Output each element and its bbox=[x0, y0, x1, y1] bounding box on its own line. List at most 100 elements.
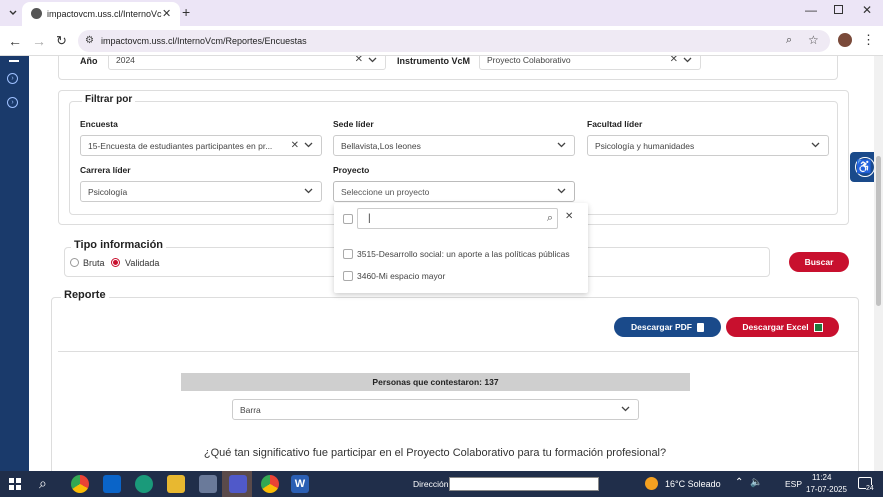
chevron-down-icon bbox=[811, 142, 820, 148]
select-all-checkbox[interactable] bbox=[343, 214, 353, 224]
direccion-input[interactable] bbox=[449, 477, 599, 491]
site-info-icon[interactable]: ⚙ bbox=[85, 35, 94, 46]
chevron-down-icon bbox=[557, 188, 566, 194]
personas-bar: Personas que contestaron: 137 bbox=[181, 373, 690, 391]
carrera-value: Psicología bbox=[88, 186, 128, 197]
speaker-icon[interactable]: 🔈 bbox=[750, 477, 762, 488]
anio-select[interactable]: 2024 ✕ bbox=[108, 56, 386, 70]
tab-close-icon[interactable]: ✕ bbox=[162, 7, 171, 20]
scrollbar-thumb[interactable] bbox=[876, 156, 881, 306]
page-scrollbar[interactable] bbox=[874, 56, 883, 471]
outlook-icon[interactable] bbox=[103, 475, 121, 493]
dropdown-option-1[interactable]: 3515-Desarrollo social: un aporte a las … bbox=[334, 246, 588, 262]
forward-icon[interactable]: → bbox=[32, 33, 46, 49]
app-icon[interactable] bbox=[199, 475, 217, 493]
chevron-down-icon bbox=[557, 142, 566, 148]
validada-radio[interactable] bbox=[111, 258, 120, 267]
restore-icon[interactable] bbox=[834, 5, 843, 14]
carrera-select[interactable]: Psicología bbox=[80, 181, 322, 202]
option-label: 3460-Mi espacio mayor bbox=[357, 271, 446, 281]
sede-value: Bellavista,Los leones bbox=[341, 140, 421, 151]
excel-icon bbox=[813, 322, 823, 332]
search-caret: | bbox=[368, 213, 371, 224]
word-icon[interactable]: W bbox=[291, 475, 309, 493]
search-icon: ⌕ bbox=[546, 212, 553, 224]
filter-title: Filtrar por bbox=[82, 94, 136, 105]
language-indicator[interactable]: ESP bbox=[785, 479, 802, 489]
sede-select[interactable]: Bellavista,Los leones bbox=[333, 135, 575, 156]
encuesta-label: Encuesta bbox=[80, 119, 118, 129]
pdf-icon bbox=[696, 322, 704, 332]
anio-value: 2024 bbox=[116, 56, 135, 65]
accessibility-button[interactable]: ♿ bbox=[850, 152, 874, 182]
dropdown-close-icon[interactable]: ✕ bbox=[565, 211, 573, 222]
clock-time[interactable]: 11:24 bbox=[812, 473, 831, 482]
edge-icon[interactable] bbox=[135, 475, 153, 493]
tray-chevron-icon[interactable]: ⌃ bbox=[735, 477, 743, 488]
clear-icon[interactable]: ✕ bbox=[291, 140, 299, 151]
bookmark-star-icon[interactable]: ☆ bbox=[808, 33, 819, 47]
reporte-title: Reporte bbox=[61, 289, 109, 301]
facultad-value: Psicología y humanidades bbox=[595, 140, 695, 151]
chrome-profile-icon[interactable] bbox=[261, 475, 279, 493]
option-checkbox[interactable] bbox=[343, 271, 353, 281]
dropdown-search-input[interactable]: | ⌕ bbox=[357, 208, 558, 229]
buscar-button[interactable]: Buscar bbox=[789, 252, 849, 272]
facultad-label: Facultad líder bbox=[587, 119, 643, 129]
file-explorer-icon[interactable] bbox=[167, 475, 185, 493]
option-checkbox[interactable] bbox=[343, 249, 353, 259]
profile-avatar[interactable] bbox=[838, 33, 852, 47]
facultad-select[interactable]: Psicología y humanidades bbox=[587, 135, 829, 156]
window-close-icon[interactable]: ✕ bbox=[862, 3, 872, 17]
bruta-radio[interactable] bbox=[70, 258, 79, 267]
dropdown-option-2[interactable]: 3460-Mi espacio mayor bbox=[334, 268, 588, 284]
chart-type-value: Barra bbox=[240, 404, 261, 415]
direccion-label: Dirección bbox=[413, 479, 449, 489]
chevron-down-icon bbox=[621, 406, 630, 412]
question-text: ¿Qué tan significativo fue participar en… bbox=[203, 447, 667, 459]
encuesta-select[interactable]: 15-Encuesta de estudiantes participantes… bbox=[80, 135, 322, 156]
reload-icon[interactable]: ↻ bbox=[56, 33, 67, 49]
divider bbox=[58, 351, 859, 352]
chevron-down-icon bbox=[304, 188, 313, 194]
weather-text: 16°C Soleado bbox=[665, 479, 721, 489]
descargar-pdf-button[interactable]: Descargar PDF bbox=[614, 317, 721, 337]
proyecto-dropdown: | ⌕ ✕ 3515-Desarrollo social: un aporte … bbox=[334, 203, 588, 293]
chevron-down-icon bbox=[304, 142, 313, 148]
accessibility-icon: ♿ bbox=[854, 157, 874, 177]
sidebar-nav-icon-1[interactable]: › bbox=[7, 73, 18, 84]
bruta-label: Bruta bbox=[83, 258, 105, 268]
page-content: Año 2024 ✕ Instrumento VcM Proyecto Cola… bbox=[29, 56, 874, 471]
chrome-icon[interactable] bbox=[71, 475, 89, 493]
sede-label: Sede líder bbox=[333, 119, 374, 129]
taskbar-search-icon[interactable]: ⌕ bbox=[39, 475, 47, 492]
chevron-down-icon bbox=[683, 57, 692, 63]
chart-type-select[interactable]: Barra bbox=[232, 399, 639, 420]
back-icon[interactable]: ← bbox=[8, 33, 22, 49]
clock-date[interactable]: 17-07-2025 bbox=[806, 485, 847, 494]
windows-start-icon[interactable] bbox=[9, 478, 21, 490]
sidebar-nav-icon-2[interactable]: › bbox=[7, 97, 18, 108]
sidebar-menu-icon[interactable] bbox=[9, 56, 19, 62]
notification-badge: 24 bbox=[866, 485, 874, 492]
browser-tab[interactable]: impactovcm.uss.cl/InternoVcm/ ✕ bbox=[22, 2, 180, 26]
address-bar[interactable]: ⚙ impactovcm.uss.cl/InternoVcm/Reportes/… bbox=[78, 30, 830, 52]
teams-icon[interactable] bbox=[229, 475, 247, 493]
pdf-label: Descargar PDF bbox=[631, 322, 692, 332]
descargar-excel-button[interactable]: Descargar Excel bbox=[726, 317, 839, 337]
proyecto-placeholder: Seleccione un proyecto bbox=[341, 186, 430, 197]
anio-label: Año bbox=[80, 56, 98, 66]
validada-label: Validada bbox=[125, 258, 160, 268]
carrera-label: Carrera líder bbox=[80, 165, 131, 175]
proyecto-select[interactable]: Seleccione un proyecto bbox=[333, 181, 575, 202]
minimize-icon[interactable]: — bbox=[805, 3, 817, 17]
option-label: 3515-Desarrollo social: un aporte a las … bbox=[357, 249, 570, 259]
clear-icon[interactable]: ✕ bbox=[355, 56, 363, 65]
menu-kebab-icon[interactable]: ⋮ bbox=[862, 32, 875, 48]
instrumento-select[interactable]: Proyecto Colaborativo ✕ bbox=[479, 56, 701, 70]
zoom-icon[interactable]: ⌕ bbox=[786, 34, 792, 47]
encuesta-value: 15-Encuesta de estudiantes participantes… bbox=[88, 140, 273, 151]
new-tab-icon[interactable]: + bbox=[182, 4, 190, 20]
clear-icon[interactable]: ✕ bbox=[670, 56, 678, 65]
tipo-title: Tipo información bbox=[71, 239, 167, 251]
